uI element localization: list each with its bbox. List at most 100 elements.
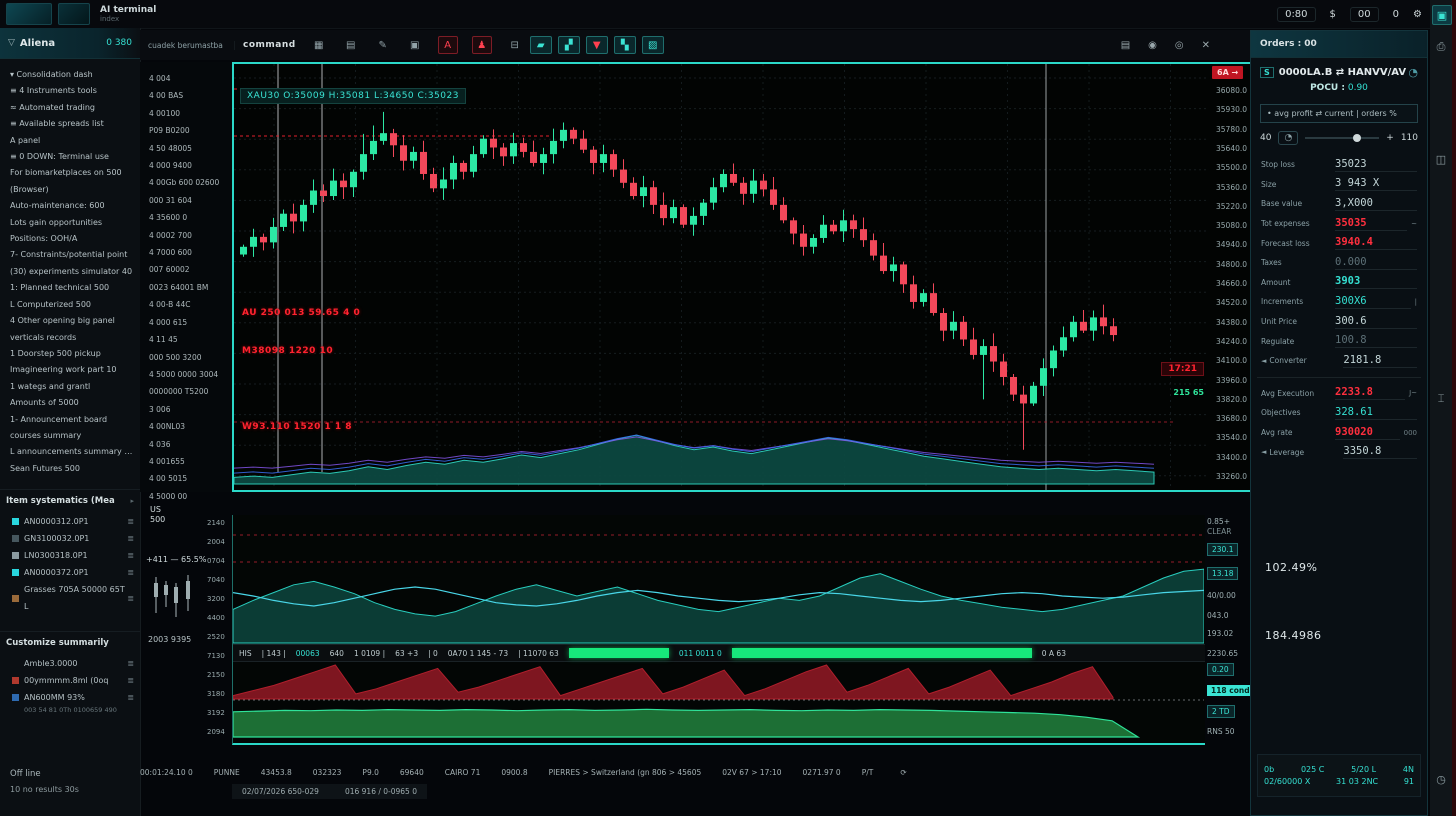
watch-row[interactable]: 4 35600 0 <box>140 209 232 226</box>
item-menu-icon[interactable]: ≣ <box>127 590 134 607</box>
panel-a-header[interactable]: Item systematics (Mea ▸ <box>6 496 134 506</box>
form-row-value[interactable]: 35035 <box>1335 217 1407 231</box>
quantity-slider[interactable] <box>1305 137 1379 139</box>
refresh-circle-icon[interactable]: ◔ <box>1408 66 1418 79</box>
cursor-tool-icon[interactable]: ⌶ <box>1432 390 1450 408</box>
sidebar-nav-item[interactable]: Imagineering work part 10 <box>0 362 140 378</box>
order-filter-input[interactable] <box>1260 104 1418 123</box>
sidebar-nav-item[interactable]: 4 Other opening big panel <box>0 313 140 329</box>
form-row-value[interactable]: 0.000 <box>1335 256 1417 270</box>
watch-row[interactable]: 4 001655 <box>140 453 232 470</box>
marker-icon[interactable]: ♟ <box>472 36 492 54</box>
watch-row[interactable]: 000 31 604 <box>140 192 232 209</box>
sidebar-nav-item[interactable]: ≡ 0 DOWN: Terminal use <box>0 149 140 165</box>
frame-icon[interactable]: ▣ <box>406 37 424 53</box>
watch-row[interactable]: 4 00NL03 <box>140 418 232 435</box>
watch-row[interactable]: 4 000 615 <box>140 314 232 331</box>
form-row[interactable]: Forecast loss3940.4 <box>1251 233 1427 253</box>
watchlist-item[interactable]: AN0000372.0P1≣ <box>6 564 134 581</box>
row-collapse-icon[interactable]: ◄ <box>1261 448 1266 456</box>
watch-row[interactable]: 4 7000 600 <box>140 244 232 261</box>
form-row-value[interactable]: 3903 <box>1335 275 1417 289</box>
price-axis[interactable]: 6A → 36080.035930.035780.035640.035500.0… <box>1210 64 1250 490</box>
rows-icon[interactable]: ▤ <box>342 37 360 53</box>
sidebar-nav-item[interactable]: Lots gain opportunities <box>0 215 140 231</box>
indicator-charts[interactable]: HIS| 143 |000636401 0109 |63 +3| 00A70 1… <box>232 515 1205 745</box>
item-menu-icon[interactable]: ≣ <box>127 513 134 530</box>
main-chart[interactable]: XAU30 O:35009 H:35081 L:34650 C:35023 AU… <box>232 62 1250 492</box>
watchlist-item[interactable]: Grasses 705A 50000 65T L≣ <box>6 581 134 615</box>
candle-style-4-icon[interactable]: ▨ <box>642 36 664 54</box>
form-row-value[interactable]: 2181.8 <box>1343 354 1417 368</box>
sidebar-nav-item[interactable]: 1 wategs and grantl <box>0 379 140 395</box>
order-panel-header[interactable]: Orders : 00 <box>1251 31 1427 58</box>
summary-item[interactable]: 00ymmmm.8ml (0oq≣ <box>6 672 134 689</box>
sidebar-nav-item[interactable]: Auto-maintenance: 600 <box>0 198 140 214</box>
summary-item[interactable]: AN600MM 93%≣ <box>6 689 134 706</box>
watch-row[interactable]: 000 500 3200 <box>140 349 232 366</box>
sidebar-nav-item[interactable]: ≡ 4 Instruments tools <box>0 83 140 99</box>
close-icon[interactable]: ✕ <box>1202 40 1210 51</box>
watch-row[interactable]: 4 5000 0000 3004 <box>140 366 232 383</box>
sidebar-nav-item[interactable]: L Computerized 500 <box>0 297 140 313</box>
watch-row[interactable]: 007 60002 <box>140 261 232 278</box>
candle-style-3-icon[interactable]: ▚ <box>614 36 636 54</box>
record-icon[interactable]: ◉ <box>1148 40 1157 51</box>
form-row-value[interactable]: 3,X000 <box>1335 197 1417 211</box>
sidebar-nav-item[interactable]: (30) experiments simulator 40 <box>0 264 140 280</box>
sidebar-nav-item[interactable]: ≈ Automated trading <box>0 100 140 116</box>
summary-item[interactable]: Amble3.0000≣ <box>6 655 134 672</box>
form-row[interactable]: Unit Price300.6 <box>1251 312 1427 332</box>
sidebar-nav-item[interactable]: verticals records <box>0 330 140 346</box>
row-collapse-icon[interactable]: ◄ <box>1261 357 1266 365</box>
watch-row[interactable]: 0023 64001 BM <box>140 279 232 296</box>
form-row[interactable]: Regulate100.8 <box>1251 331 1427 351</box>
watch-row[interactable]: 4 00100 <box>140 105 232 122</box>
watch-row[interactable]: 4 000 9400 <box>140 157 232 174</box>
form-row-value[interactable]: 3 943 X <box>1335 177 1417 191</box>
form-row[interactable]: Objectives328.61 <box>1251 403 1427 423</box>
item-menu-icon[interactable]: ≣ <box>127 547 134 564</box>
watch-row[interactable]: 0000000 T5200 <box>140 383 232 400</box>
target-icon[interactable]: ◎ <box>1175 40 1184 51</box>
watchlist-item[interactable]: AN0000312.0P1≣ <box>6 513 134 530</box>
toolbar-tab[interactable]: cuadek berumastba <box>140 41 235 50</box>
item-menu-icon[interactable]: ≣ <box>127 689 134 706</box>
sidebar-nav-item[interactable]: Sean Futures 500 <box>0 461 140 477</box>
form-row-value[interactable]: 3940.4 <box>1335 236 1417 250</box>
item-menu-icon[interactable]: ≣ <box>127 530 134 547</box>
sidebar-nav-item[interactable]: 1 Doorstep 500 pickup <box>0 346 140 362</box>
sidebar-nav-item[interactable]: For biomarketplaces on 500 <box>0 165 140 181</box>
workspace-tile-icon[interactable]: ▣ <box>1432 5 1452 25</box>
form-row[interactable]: ◄Converter2181.8 <box>1251 351 1427 371</box>
form-row[interactable]: Avg Execution2233.8J~ <box>1251 384 1427 404</box>
sidebar-nav-item[interactable]: Amounts of 5000 <box>0 395 140 411</box>
form-row-value[interactable]: 2233.8 <box>1335 386 1405 400</box>
form-row[interactable]: ◄Leverage3350.8 <box>1251 442 1427 462</box>
qty-plus[interactable]: + <box>1386 133 1394 143</box>
watch-row[interactable]: P09 B0200 <box>140 122 232 139</box>
form-row-value[interactable]: 35023 <box>1335 158 1417 172</box>
layout-grid-icon[interactable]: ▦ <box>310 37 328 53</box>
panel-list-icon[interactable]: ▤ <box>1121 40 1130 51</box>
item-menu-icon[interactable]: ≣ <box>127 672 134 689</box>
watch-row[interactable]: 4 11 45 <box>140 331 232 348</box>
form-row[interactable]: Base value3,X000 <box>1251 194 1427 214</box>
form-row-value[interactable]: 300X6 <box>1335 295 1411 309</box>
clock-icon[interactable]: ◷ <box>1432 770 1450 788</box>
form-row[interactable]: Amount3903 <box>1251 273 1427 293</box>
watch-row[interactable]: 4 036 <box>140 436 232 453</box>
currency-icon[interactable]: $ <box>1330 9 1336 20</box>
sidebar-nav-item[interactable]: (Browser) <box>0 182 140 198</box>
sidebar-nav-item[interactable]: ≡ Available spreads list <box>0 116 140 132</box>
sort-caret-icon[interactable]: ▸ <box>130 497 134 505</box>
form-row-value[interactable]: 300.6 <box>1335 315 1417 329</box>
candle-style-2-icon[interactable]: ▞ <box>558 36 580 54</box>
sidebar-nav-item[interactable]: 7- Constraints/potential point <box>0 247 140 263</box>
sidebar-nav-item[interactable]: L announcements summary 500 <box>0 444 140 460</box>
draw-icon[interactable]: ✎ <box>374 37 392 53</box>
form-row-value[interactable]: 930020 <box>1335 426 1400 440</box>
watchlist-item[interactable]: LN0300318.0P1≣ <box>6 547 134 564</box>
dial-icon[interactable]: ◔ <box>1278 131 1298 145</box>
watch-row[interactable]: 4 00Gb 600 02600 <box>140 174 232 191</box>
